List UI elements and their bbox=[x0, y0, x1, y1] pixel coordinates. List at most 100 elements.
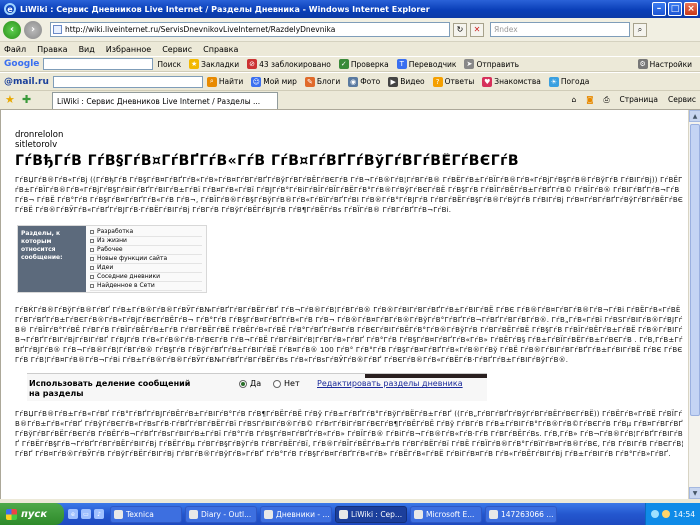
system-tray: 14:54 bbox=[645, 503, 700, 525]
menu-tools[interactable]: Сервис bbox=[162, 45, 192, 54]
radio-no-control[interactable] bbox=[273, 379, 281, 388]
scroll-thumb[interactable] bbox=[690, 124, 700, 416]
favorites-star-icon[interactable]: ★ bbox=[5, 94, 17, 106]
ie-logo-icon: e bbox=[3, 3, 16, 16]
favorites-bar: ★ ✚ LiWiki : Сервис Дневников Live Inter… bbox=[0, 91, 700, 110]
username-2[interactable]: sitletorolv bbox=[15, 140, 685, 150]
list-item: Новые функции сайта bbox=[90, 255, 202, 264]
menu-file[interactable]: Файл bbox=[4, 45, 26, 54]
username-1[interactable]: dronrelolon bbox=[15, 130, 685, 140]
menu-favorites[interactable]: Избранное bbox=[106, 45, 151, 54]
star-icon: ★ bbox=[189, 59, 200, 69]
media-quicklaunch-icon[interactable]: ♪ bbox=[94, 509, 104, 519]
minimize-button[interactable]: – bbox=[652, 2, 666, 16]
list-item: Из жизни bbox=[90, 237, 202, 246]
mailru-logo: @mail.ru bbox=[4, 76, 49, 87]
people-icon: ☺ bbox=[251, 76, 262, 87]
list-item: Соседние дневники bbox=[90, 273, 202, 282]
spellcheck-button[interactable]: ✓ Проверка bbox=[338, 59, 389, 69]
blocked-icon: ⊘ bbox=[247, 59, 258, 69]
popup-blocked[interactable]: ⊘ 43 заблокировано bbox=[247, 59, 331, 69]
photo-button[interactable]: ◉ Фото bbox=[348, 76, 380, 87]
add-favorite-icon[interactable]: ✚ bbox=[22, 94, 34, 106]
send-button[interactable]: ➤ Отправить bbox=[464, 59, 519, 69]
forward-button[interactable]: › bbox=[24, 20, 42, 39]
taskbar-item-outlook[interactable]: Diary - Outl... bbox=[185, 505, 257, 523]
quick-launch: e ▭ ♪ bbox=[68, 509, 107, 519]
desktop-quicklaunch-icon[interactable]: ▭ bbox=[81, 509, 91, 519]
menu-edit[interactable]: Правка bbox=[37, 45, 67, 54]
print-icon[interactable]: ⎙ bbox=[604, 95, 610, 105]
dating-button[interactable]: ♥ Знакомства bbox=[482, 76, 541, 87]
radio-yes[interactable]: Да bbox=[239, 379, 261, 388]
ie-quicklaunch-icon[interactable]: e bbox=[68, 509, 78, 519]
vertical-scrollbar[interactable]: ▲ ▼ bbox=[688, 110, 700, 499]
google-search-input[interactable] bbox=[43, 58, 154, 70]
list-item: Разработка bbox=[90, 228, 202, 237]
radio-no[interactable]: Нет bbox=[273, 379, 300, 388]
title-bar: e LiWiki : Сервис Дневников Live Interne… bbox=[0, 0, 700, 18]
tray-icon[interactable] bbox=[651, 510, 660, 518]
translate-button[interactable]: T Переводчик bbox=[396, 59, 456, 69]
scroll-up-icon[interactable]: ▲ bbox=[689, 110, 700, 122]
edit-sections-link[interactable]: Редактировать разделы дневника bbox=[317, 379, 463, 388]
tab-liwiki[interactable]: LiWiki : Сервис Дневников Live Internet … bbox=[52, 92, 278, 109]
svg-text:e: e bbox=[7, 5, 13, 14]
camera-icon: ◉ bbox=[348, 76, 359, 87]
setting-question: Использовать деление сообщений на раздел… bbox=[29, 379, 191, 398]
answers-button[interactable]: ? Ответы bbox=[432, 76, 474, 87]
list-item: Найденное в Сети bbox=[90, 282, 202, 291]
video-button[interactable]: ▶ Видео bbox=[388, 76, 425, 87]
back-button[interactable]: ‹ bbox=[3, 20, 21, 39]
blog-icon: ✎ bbox=[304, 76, 315, 87]
mailru-find-button[interactable]: ⌕ Найти bbox=[206, 76, 243, 87]
paragraph-2: ГѓВЌГѓВ®ГѓВўГѓВ®ГѓВҐ ГѓВ±ГѓВ®ГѓВ®ГѓВЎГѓВ… bbox=[15, 306, 683, 364]
blogs-button[interactable]: ✎ Блоги bbox=[304, 76, 340, 87]
decorative-strip bbox=[365, 374, 487, 378]
close-button[interactable]: × bbox=[684, 2, 698, 16]
scroll-down-icon[interactable]: ▼ bbox=[689, 487, 700, 499]
answers-icon: ? bbox=[432, 76, 443, 87]
send-icon: ➤ bbox=[464, 59, 475, 69]
menu-help[interactable]: Справка bbox=[203, 45, 238, 54]
home-icon[interactable]: ⌂ bbox=[571, 95, 576, 105]
refresh-icon[interactable]: ↻ bbox=[453, 22, 467, 37]
paragraph-3: ГѓВЏГѓВ®ГѓВ±ГѓВ«ГѓВҐ ГѓВ°ГѓВҐГѓВЈГѓВЁГѓВ… bbox=[15, 410, 684, 458]
menu-view[interactable]: Вид bbox=[79, 45, 95, 54]
google-search-button[interactable]: Поиск bbox=[157, 60, 181, 69]
feeds-icon[interactable]: ◙ bbox=[586, 95, 593, 105]
check-icon: ✓ bbox=[338, 59, 349, 69]
address-bar[interactable]: http://wiki.liveinternet.ru/ServisDnevni… bbox=[50, 22, 450, 37]
mailru-search-input[interactable] bbox=[52, 75, 203, 88]
page-menu[interactable]: Страница bbox=[620, 95, 658, 105]
weather-button[interactable]: ☀ Погода bbox=[548, 76, 589, 87]
bookmarks-button[interactable]: ★ Закладки bbox=[189, 59, 239, 69]
google-settings-button[interactable]: ⚙ Настройки bbox=[637, 59, 692, 69]
sections-screenshot-list: Разработка Из жизни Рабочее Новые функци… bbox=[86, 226, 206, 292]
tray-icon[interactable] bbox=[662, 510, 671, 518]
ie-window: e LiWiki : Сервис Дневников Live Interne… bbox=[0, 0, 700, 525]
taskbar-item-texnica[interactable]: Texnica bbox=[110, 505, 182, 523]
word-icon bbox=[414, 509, 423, 519]
search-input[interactable]: Яndex bbox=[490, 22, 630, 37]
maximize-button[interactable]: □ bbox=[668, 2, 682, 16]
search-icon[interactable]: ⌕ bbox=[633, 22, 647, 37]
heart-icon: ♥ bbox=[482, 76, 493, 87]
taskbar-item-liwiki[interactable]: LiWiki : Сер... bbox=[335, 505, 407, 523]
myworld-button[interactable]: ☺ Мой мир bbox=[251, 76, 297, 87]
start-button[interactable]: пуск bbox=[0, 503, 64, 525]
taskbar-item-word[interactable]: Microsoft E... bbox=[410, 505, 482, 523]
taskbar-item-diaries[interactable]: Дневники - ... bbox=[260, 505, 332, 523]
taskbar-item-image[interactable]: 147263066 ... bbox=[485, 505, 557, 523]
radio-yes-control[interactable] bbox=[239, 379, 247, 388]
video-icon: ▶ bbox=[388, 76, 399, 87]
taskbar: пуск e ▭ ♪ Texnica Diary - Outl... Дневн… bbox=[0, 503, 700, 525]
stop-icon[interactable]: ✕ bbox=[470, 22, 484, 37]
tab-label: LiWiki : Сервис Дневников Live Internet … bbox=[57, 96, 261, 106]
page-title: ГѓВђГѓВ ГѓВ§ГѓВ¤ГѓВҐГѓВ«ГѓВ ГѓВ¤ГѓВҐГѓВў… bbox=[15, 153, 520, 169]
mailru-toolbar: @mail.ru ⌕ Найти ☺ Мой мир ✎ Блоги ◉ Фото ▶ В… bbox=[0, 72, 700, 91]
address-url: http://wiki.liveinternet.ru/ServisDnevni… bbox=[65, 25, 336, 34]
command-bar: ⌂ ◙ ⎙ Страница Сервис bbox=[561, 95, 700, 105]
tools-menu[interactable]: Сервис bbox=[668, 95, 696, 105]
page-icon bbox=[53, 25, 62, 34]
